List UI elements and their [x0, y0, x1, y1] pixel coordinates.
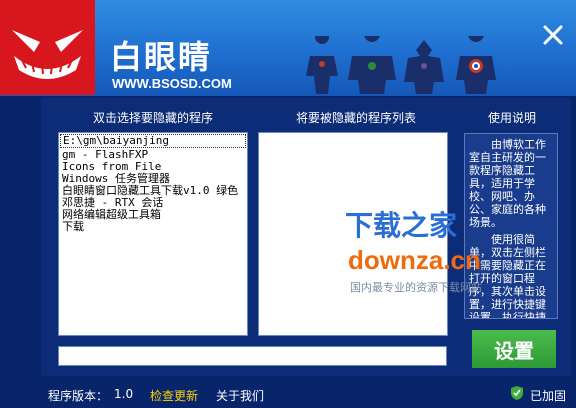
help-text-box: 由博软工作室自主研发的一款程序隐藏工具，适用于学校、网吧、办公、家庭的各种场景。…	[464, 133, 558, 319]
close-icon[interactable]	[542, 24, 564, 46]
set-button[interactable]: 设置	[472, 330, 556, 368]
status-bar: 程序版本： 1.0 检查更新 关于我们 已加固	[0, 378, 576, 408]
target-list-title: 将要被隐藏的程序列表	[296, 111, 417, 125]
version-label: 程序版本：	[48, 389, 109, 403]
target-program-list[interactable]	[258, 132, 448, 336]
shield-icon	[511, 386, 523, 400]
main-panel: 双击选择要隐藏的程序 将要被隐藏的程序列表 使用说明 E:\gm\baiyanj…	[41, 98, 571, 376]
about-link[interactable]: 关于我们	[216, 387, 264, 404]
help-title: 使用说明	[488, 111, 537, 125]
source-program-list[interactable]: E:\gm\baiyanjing gm - FlashFXP Icons from …	[58, 132, 248, 336]
app-title: 白眼睛	[110, 38, 213, 76]
help-paragraph-2: 使用很简单，双击左侧栏中需要隐藏正在打开的窗口程序，其次单击设置，进行快捷键设置…	[469, 233, 546, 319]
source-list-item[interactable]: E:\gm\baiyanjing	[60, 134, 246, 148]
app-window: 白眼睛 WWW.BSOSD.COM 双击选择要隐藏的程序 将要被隐藏的程序列表 …	[0, 0, 576, 408]
secure-label: 已加固	[530, 389, 567, 403]
heroes-icon	[306, 36, 496, 94]
angry-eyes-icon	[12, 30, 83, 79]
help-paragraph-1: 由博软工作室自主研发的一款程序隐藏工具，适用于学校、网吧、办公、家庭的各种场景。	[469, 138, 546, 229]
source-list-title: 双击选择要隐藏的程序	[93, 111, 214, 125]
source-list-item[interactable]: 下载	[59, 221, 247, 233]
site-url: WWW.BSOSD.COM	[112, 76, 232, 91]
version-value: 1.0	[114, 387, 134, 401]
logo	[0, 0, 95, 95]
header-banner: 白眼睛 WWW.BSOSD.COM	[0, 0, 576, 96]
shortcut-input[interactable]	[58, 346, 447, 366]
source-list-item[interactable]: 网络编辑超级工具箱	[59, 209, 247, 221]
check-update-link[interactable]: 检查更新	[150, 387, 198, 404]
